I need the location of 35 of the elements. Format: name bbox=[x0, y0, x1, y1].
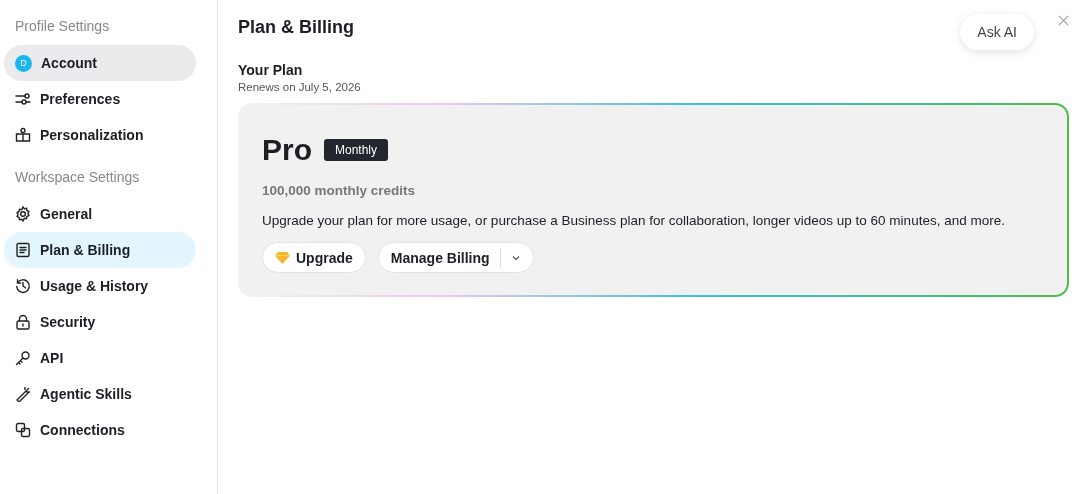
sidebar-item[interactable]: General bbox=[4, 196, 196, 232]
history-icon bbox=[15, 278, 31, 294]
caret-icon[interactable] bbox=[510, 254, 521, 261]
section-heading: Workspace Settings bbox=[14, 169, 141, 187]
sidebar-item[interactable]: API bbox=[4, 340, 196, 376]
sidebar-item[interactable]: Plan & Billing bbox=[4, 232, 196, 268]
section-heading: Profile Settings bbox=[14, 18, 111, 36]
sidebar-item[interactable]: D Account bbox=[4, 45, 196, 81]
sidebar-item[interactable]: Agentic Skills bbox=[4, 376, 196, 412]
upgrade-button[interactable]: Upgrade bbox=[262, 242, 366, 273]
section-title: Your Plan bbox=[238, 62, 304, 78]
renewal-date: Renews on July 5, 2026 bbox=[238, 81, 362, 93]
sliders-icon bbox=[15, 91, 31, 107]
plan-name: Pro bbox=[262, 133, 312, 167]
sidebar-item[interactable]: Personalization bbox=[4, 117, 196, 153]
document-icon bbox=[15, 242, 31, 258]
sidebar-item[interactable]: Security bbox=[4, 304, 196, 340]
lock-icon bbox=[15, 314, 31, 330]
squares-icon bbox=[15, 422, 31, 438]
book-person-icon bbox=[15, 127, 31, 143]
key-icon bbox=[15, 350, 31, 366]
close-icon[interactable] bbox=[1058, 15, 1069, 26]
billing-cycle-badge: Monthly bbox=[324, 139, 389, 161]
sidebar-item[interactable]: Usage & History bbox=[4, 268, 196, 304]
credits-text: 100,000 monthly credits bbox=[262, 183, 417, 198]
page-title: Plan & Billing bbox=[238, 17, 355, 38]
sidebar-item[interactable]: Preferences bbox=[4, 81, 196, 117]
settings-icon bbox=[15, 206, 31, 222]
avatar: D bbox=[15, 54, 32, 72]
manage-billing-control[interactable]: Manage Billing bbox=[377, 242, 534, 273]
wand-icon bbox=[15, 386, 31, 402]
plan-description: Upgrade your plan for more usage, or purchase a Business plan for collaboration, longer videos up to 60 minutes, and more. bbox=[262, 213, 1006, 228]
gem-icon bbox=[275, 251, 290, 264]
ask-ai-button[interactable]: Ask AI bbox=[960, 14, 1034, 50]
sidebar-item[interactable]: Connections bbox=[4, 412, 196, 448]
